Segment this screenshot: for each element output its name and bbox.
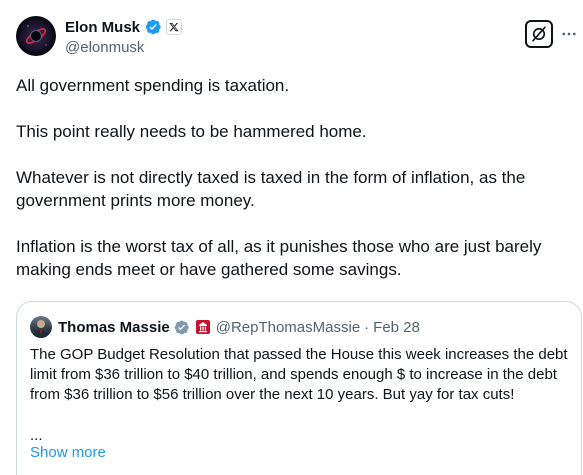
tweet-header: Elon Musk @elonmusk [16, 14, 576, 58]
grok-icon [532, 26, 546, 42]
quoted-tweet[interactable]: Thomas Massie @RepThomasMassie · Feb 28 … [16, 301, 582, 475]
separator-dot: · [364, 318, 370, 336]
grok-button[interactable] [525, 20, 553, 48]
more-options-icon [562, 32, 576, 36]
quoted-tweet-text: The GOP Budget Resolution that passed th… [30, 346, 568, 403]
author-display-name[interactable]: Elon Musk [65, 19, 140, 36]
more-options-button[interactable] [557, 20, 581, 48]
quoted-date[interactable]: Feb 28 [373, 319, 420, 336]
verified-badge-icon [145, 19, 161, 35]
tweet-paragraph: Whatever is not directly taxed is taxed … [16, 168, 526, 210]
tweet-paragraph: This point really needs to be hammered h… [16, 122, 367, 141]
avatar[interactable] [16, 16, 56, 56]
x-logo-icon [166, 19, 183, 35]
author-info: Elon Musk @elonmusk [65, 17, 183, 56]
verified-gray-badge-icon [174, 320, 189, 334]
tweet-text: All government spending is taxation. Thi… [16, 74, 572, 304]
quoted-handle[interactable]: @RepThomasMassie [216, 319, 360, 336]
author-handle[interactable]: @elonmusk [65, 39, 182, 56]
tweet-paragraph: Inflation is the worst tax of all, as it… [16, 237, 542, 279]
show-more-link[interactable]: Show more [30, 443, 106, 463]
quoted-display-name[interactable]: Thomas Massie [58, 319, 170, 336]
government-affiliation-icon [195, 320, 210, 334]
quoted-avatar[interactable] [30, 316, 52, 338]
quoted-tweet-header: Thomas Massie @RepThomasMassie · Feb 28 [30, 316, 420, 338]
tweet-paragraph: All government spending is taxation. [16, 76, 290, 95]
